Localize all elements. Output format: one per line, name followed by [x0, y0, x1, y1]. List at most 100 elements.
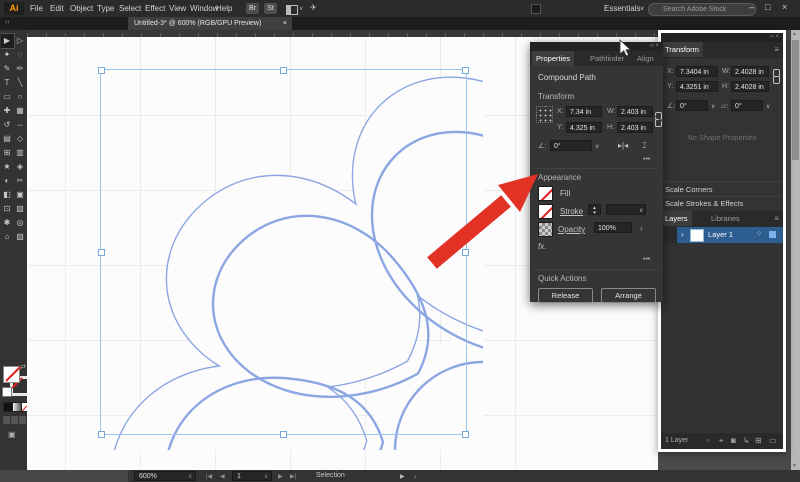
x-input[interactable]: 7.34 in [566, 106, 602, 117]
rotate-chevron-icon[interactable]: ∨ [711, 103, 715, 110]
rotate-select[interactable]: 0° [550, 140, 592, 151]
transform-h-input[interactable]: 2.4028 in [731, 81, 769, 92]
handle-mid-right[interactable] [462, 249, 469, 256]
workspace-chevron-icon[interactable]: ∨ [640, 5, 644, 12]
appearance-more-options[interactable]: ••• [643, 256, 650, 263]
fill-label[interactable]: Fill [560, 189, 570, 198]
opacity-swatch[interactable] [538, 222, 553, 237]
tool-free-transform[interactable]: ◇ [14, 132, 27, 146]
selection-bounding-box[interactable] [98, 67, 469, 438]
delete-layer-icon[interactable]: ▭ [769, 436, 777, 446]
draw-inside-button[interactable] [19, 416, 26, 424]
tool-shaper[interactable]: ✚ [1, 104, 14, 118]
flip-vertical-icon[interactable]: ⌶ [642, 141, 647, 151]
tab-close-icon[interactable]: × [283, 17, 287, 30]
minimize-button[interactable]: – [749, 2, 754, 12]
layer-row[interactable]: › Layer 1 ○ [661, 227, 783, 243]
tab-properties[interactable]: Properties [532, 51, 575, 66]
prev-artboard-icon[interactable]: ◀ [220, 473, 225, 480]
tool-rectangle[interactable]: ▭ [1, 90, 14, 104]
menu-object[interactable]: Object [70, 4, 93, 13]
opacity-options-arrow[interactable]: › [640, 224, 643, 233]
layers-menu-icon[interactable]: ≡ [774, 214, 779, 223]
fill-color-swatch[interactable] [3, 366, 21, 383]
rotate-select[interactable]: 0° [676, 100, 708, 111]
tool-paintbrush[interactable]: ○ [14, 90, 27, 104]
arrange-documents-icon[interactable] [286, 5, 298, 15]
rotate-chevron-icon[interactable]: ∨ [595, 143, 599, 150]
tool-type[interactable]: T [1, 76, 14, 90]
tab-layers[interactable]: Layers [661, 211, 692, 226]
share-icon[interactable]: ✈ [310, 3, 317, 12]
tool-gradient[interactable]: ◈ [14, 160, 27, 174]
close-button[interactable]: × [782, 2, 787, 12]
tool-hand[interactable]: ✱ [1, 216, 14, 230]
tool-perspective-grid[interactable]: ▥ [14, 146, 27, 160]
tool-magic-wand[interactable]: ✦ [1, 48, 14, 62]
tool-column-graph[interactable]: ▣ [14, 188, 27, 202]
tool-pen[interactable]: ✎ [1, 62, 14, 76]
opacity-label[interactable]: Opacity [558, 225, 585, 234]
tool-artboard[interactable]: ⊡ [1, 202, 14, 216]
new-layer-icon[interactable]: ⊞ [755, 436, 762, 446]
new-sublayer-icon[interactable]: ↳ [743, 436, 750, 446]
handle-top-center[interactable] [280, 67, 287, 74]
gpu-performance-icon[interactable] [531, 4, 541, 14]
collect-for-export-icon[interactable]: ▫ [707, 436, 710, 446]
properties-window-controls[interactable]: ‹‹ × [530, 42, 663, 51]
scroll-down-icon[interactable]: ▼ [792, 463, 797, 469]
unlink-proportions-icon[interactable] [655, 112, 662, 127]
release-button[interactable]: Release [538, 288, 593, 303]
stroke-weight-stepper[interactable]: ▴ ▾ [588, 204, 601, 216]
reference-point-locator[interactable] [536, 106, 553, 123]
handle-top-left[interactable] [98, 67, 105, 74]
tool-eyedropper[interactable]: ◐ [1, 174, 14, 188]
tool-symbol-sprayer[interactable]: ◧ [1, 188, 14, 202]
arrange-chevron-icon[interactable]: ∨ [299, 5, 303, 12]
menu-select[interactable]: Select [119, 4, 141, 13]
menu-edit[interactable]: Edit [50, 4, 64, 13]
arrange-button[interactable]: Arrange [601, 288, 656, 303]
layer-target-icon[interactable]: ○ [757, 230, 761, 237]
draw-normal-button[interactable] [3, 416, 10, 424]
opacity-input[interactable]: 100% [594, 222, 632, 233]
toolbar-collapse-icon[interactable]: ‹‹ [5, 19, 10, 26]
default-fill-stroke-icon[interactable] [2, 387, 12, 397]
shear-chevron-icon[interactable]: ∨ [766, 103, 770, 110]
stroke-label[interactable]: Stroke [560, 207, 583, 216]
transform-window-controls[interactable]: ‹‹ × [661, 33, 783, 42]
vertical-scrollbar[interactable]: ▲ ▼ [791, 30, 800, 470]
first-artboard-icon[interactable]: |◀ [206, 473, 212, 480]
tool-rotate[interactable]: ↺ [1, 118, 14, 132]
handle-top-right[interactable] [462, 67, 469, 74]
handle-bottom-left[interactable] [98, 431, 105, 438]
flip-horizontal-icon[interactable]: ▸|◂ [618, 141, 628, 150]
tool-pencil[interactable]: ▦ [14, 104, 27, 118]
status-collapse-icon[interactable]: ‹ [414, 472, 417, 481]
tab-transform[interactable]: Transform [661, 42, 703, 57]
stock-button[interactable]: St [264, 3, 277, 14]
y-input[interactable]: 4.325 in [566, 122, 602, 133]
workspace-switcher[interactable]: Essentials [604, 4, 640, 13]
stroke-swatch[interactable] [538, 204, 553, 219]
last-artboard-icon[interactable]: ▶| [290, 473, 296, 480]
layer-name[interactable]: Layer 1 [708, 230, 733, 239]
constrain-proportions-icon[interactable] [773, 69, 780, 84]
zoom-level-select[interactable]: 600% [134, 471, 196, 481]
screen-mode-button[interactable]: ▣ [8, 430, 16, 439]
locate-object-icon[interactable]: ⌖ [719, 436, 724, 446]
draw-behind-button[interactable] [11, 416, 18, 424]
zoom-chevron-icon[interactable]: ∨ [188, 473, 192, 480]
layer-thumbnail[interactable] [690, 229, 704, 242]
tab-libraries[interactable]: Libraries [707, 211, 744, 226]
tool-lasso[interactable]: ◌ [14, 48, 27, 62]
tool-width[interactable]: ▤ [1, 132, 14, 146]
fill-swatch[interactable] [538, 186, 553, 201]
h-input[interactable]: 2.403 in [617, 122, 653, 133]
transform-more-options[interactable]: ••• [643, 156, 650, 163]
tool-shape-builder[interactable]: ⊞ [1, 146, 14, 160]
shear-select[interactable]: 0° [731, 100, 763, 111]
tool-mesh[interactable]: ★ [1, 160, 14, 174]
tool-print-tiling[interactable]: ▧ [14, 230, 27, 244]
vertical-scroll-thumb[interactable] [792, 40, 799, 160]
